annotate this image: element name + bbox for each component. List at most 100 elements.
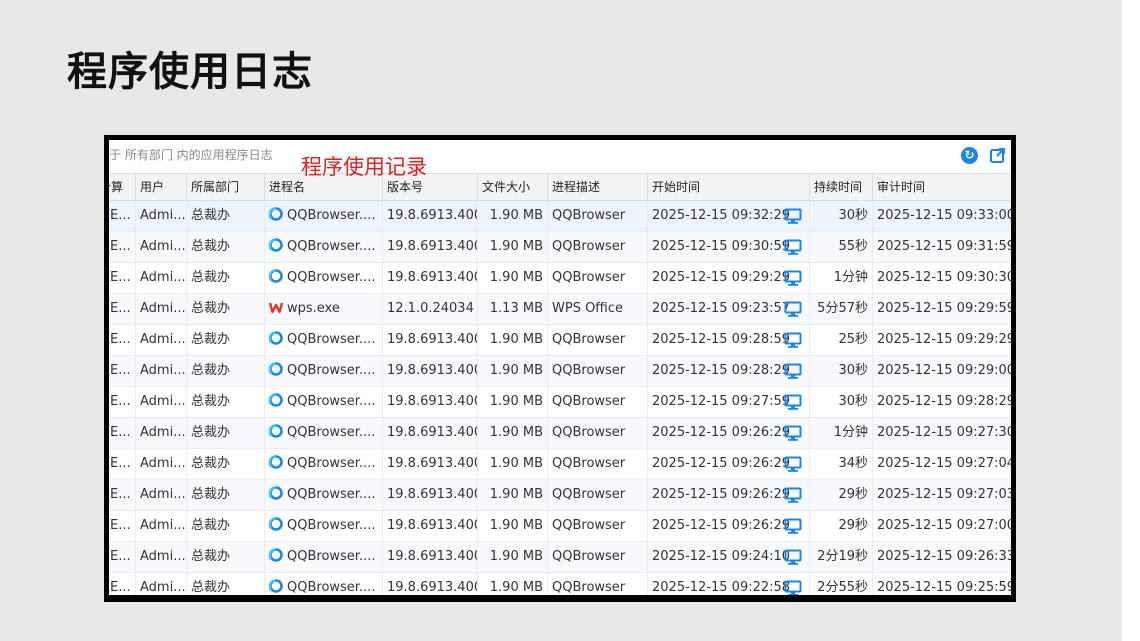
- monitor-icon[interactable]: [784, 580, 802, 595]
- cell-duration: 29秒: [810, 480, 873, 510]
- qqbrowser-icon: [268, 203, 283, 221]
- cell-process: QQBrowser....: [265, 387, 383, 417]
- cell-duration: 55秒: [810, 232, 873, 262]
- cell-start: 2025-12-15 09:24:10: [648, 542, 810, 572]
- cell-dept: 总裁办: [187, 573, 265, 595]
- start-time: 2025-12-15 09:23:57: [652, 301, 791, 316]
- cell-duration: 2分19秒: [810, 542, 873, 572]
- column-header-start[interactable]: 开始时间: [648, 174, 810, 200]
- cell-computer: E...: [109, 356, 136, 386]
- monitor-icon[interactable]: [784, 487, 802, 503]
- column-header-computer[interactable]: 计算: [109, 174, 136, 200]
- cell-process: QQBrowser....: [265, 449, 383, 479]
- cell-computer: E...: [109, 232, 136, 262]
- cell-user: Admi...: [136, 201, 187, 231]
- process-name: QQBrowser....: [287, 549, 376, 564]
- start-time: 2025-12-15 09:24:10: [652, 549, 791, 564]
- table-row[interactable]: E... Admi... 总裁办 QQBrowser.... 19.8.6913.400…: [109, 232, 1011, 263]
- cell-computer: E...: [109, 294, 136, 324]
- table-row[interactable]: E... Admi... 总裁办 QQBrowser.... 19.8.6913.400…: [109, 573, 1011, 595]
- cell-audit: 2025-12-15 09:26:33: [877, 549, 1011, 564]
- process-name: wps.exe: [287, 301, 340, 316]
- cell-start: 2025-12-15 09:28:59: [648, 325, 810, 355]
- table-row[interactable]: E... Admi... 总裁办 QQBrowser.... 19.8.6913.400…: [109, 387, 1011, 418]
- cell-duration: 29秒: [810, 511, 873, 541]
- cell-process: QQBrowser....: [265, 232, 383, 262]
- column-header-size[interactable]: 文件大小: [478, 174, 548, 200]
- cell-user: Admi...: [136, 573, 187, 595]
- table-row[interactable]: E... Admi... 总裁办 QQBrowser.... 19.8.6913.400…: [109, 480, 1011, 511]
- cell-user: Admi...: [136, 449, 187, 479]
- export-icon[interactable]: [989, 146, 1007, 164]
- cell-version: 19.8.6913.400: [383, 449, 478, 479]
- cell-duration: 30秒: [810, 356, 873, 386]
- toolbar: 于 所有部门 内的应用程序日志 ↻: [109, 140, 1011, 172]
- cell-dept: 总裁办: [187, 418, 265, 448]
- monitor-icon[interactable]: [784, 394, 802, 410]
- cell-desc: QQBrowser: [548, 542, 648, 572]
- cell-duration: 34秒: [810, 449, 873, 479]
- cell-version: 19.8.6913.400: [383, 356, 478, 386]
- monitor-icon[interactable]: [784, 270, 802, 286]
- cell-computer: E...: [109, 387, 136, 417]
- cell-start: 2025-12-15 09:26:29: [648, 449, 810, 479]
- table-row[interactable]: E... Admi... 总裁办 QQBrowser.... 19.8.6913.400…: [109, 263, 1011, 294]
- cell-start: 2025-12-15 09:26:29: [648, 511, 810, 541]
- process-name: QQBrowser....: [287, 425, 376, 440]
- qqbrowser-icon: [268, 389, 283, 407]
- cell-dept: 总裁办: [187, 542, 265, 572]
- monitor-icon[interactable]: [784, 239, 802, 255]
- table-row[interactable]: E... Admi... 总裁办 QQBrowser.... 19.8.6913.400…: [109, 542, 1011, 573]
- cell-dept: 总裁办: [187, 511, 265, 541]
- refresh-icon[interactable]: ↻: [961, 147, 978, 164]
- qqbrowser-icon: [268, 575, 283, 593]
- cell-duration: 25秒: [810, 325, 873, 355]
- cell-desc: QQBrowser: [548, 387, 648, 417]
- monitor-icon[interactable]: [784, 363, 802, 379]
- table-row[interactable]: E... Admi... 总裁办 QQBrowser.... 19.8.6913.400…: [109, 418, 1011, 449]
- cell-computer: E...: [109, 201, 136, 231]
- monitor-icon[interactable]: [784, 518, 802, 534]
- table-row[interactable]: E... Admi... 总裁办 QQBrowser.... 19.8.6913.400…: [109, 449, 1011, 480]
- cell-version: 19.8.6913.400: [383, 511, 478, 541]
- cell-desc: QQBrowser: [548, 232, 648, 262]
- monitor-icon[interactable]: [784, 208, 802, 224]
- cell-audit: 2025-12-15 09:29:59: [877, 301, 1011, 316]
- cell-computer: E...: [109, 449, 136, 479]
- cell-start: 2025-12-15 09:22:58: [648, 573, 810, 595]
- table-body: E... Admi... 总裁办 QQBrowser.... 19.8.6913.400…: [109, 201, 1011, 595]
- process-name: QQBrowser....: [287, 487, 376, 502]
- monitor-icon[interactable]: [784, 332, 802, 348]
- table-row[interactable]: E... Admi... 总裁办 QQBrowser.... 19.8.6913.400…: [109, 511, 1011, 542]
- table-row[interactable]: E... Admi... 总裁办 QQBrowser.... 19.8.6913.400…: [109, 201, 1011, 232]
- table-row[interactable]: E... Admi... 总裁办 QQBrowser.... 19.8.6913.400…: [109, 356, 1011, 387]
- column-header-audit[interactable]: 审计时间: [873, 174, 1011, 200]
- cell-version: 19.8.6913.400: [383, 542, 478, 572]
- column-header-dept[interactable]: 所属部门: [187, 174, 265, 200]
- monitor-icon[interactable]: [784, 456, 802, 472]
- cell-audit: 2025-12-15 09:29:00: [877, 363, 1011, 378]
- qqbrowser-icon: [268, 420, 283, 438]
- column-header-desc[interactable]: 进程描述: [548, 174, 648, 200]
- cell-size: 1.90 MB: [478, 449, 548, 479]
- cell-dept: 总裁办: [187, 201, 265, 231]
- column-header-user[interactable]: 用户: [136, 174, 187, 200]
- monitor-icon[interactable]: [784, 549, 802, 565]
- cell-computer: E...: [109, 573, 136, 595]
- cell-audit: 2025-12-15 09:27:03: [877, 487, 1011, 502]
- cell-size: 1.90 MB: [478, 573, 548, 595]
- cell-start: 2025-12-15 09:27:59: [648, 387, 810, 417]
- column-header-duration[interactable]: 持续时间: [810, 174, 873, 200]
- cell-version: 19.8.6913.400: [383, 480, 478, 510]
- cell-audit: 2025-12-15 09:27:00: [877, 518, 1011, 533]
- cell-dept: 总裁办: [187, 480, 265, 510]
- table-row[interactable]: E... Admi... 总裁办 wps.exe 12.1.0.24034 1.13 MB…: [109, 294, 1011, 325]
- cell-process: QQBrowser....: [265, 418, 383, 448]
- table-row[interactable]: E... Admi... 总裁办 QQBrowser.... 19.8.6913.400…: [109, 325, 1011, 356]
- cell-size: 1.90 MB: [478, 480, 548, 510]
- window-scrollbar[interactable]: [1122, 0, 1140, 641]
- monitor-icon[interactable]: [784, 301, 802, 317]
- monitor-icon[interactable]: [784, 425, 802, 441]
- cell-size: 1.90 MB: [478, 511, 548, 541]
- cell-duration: 5分57秒: [810, 294, 873, 324]
